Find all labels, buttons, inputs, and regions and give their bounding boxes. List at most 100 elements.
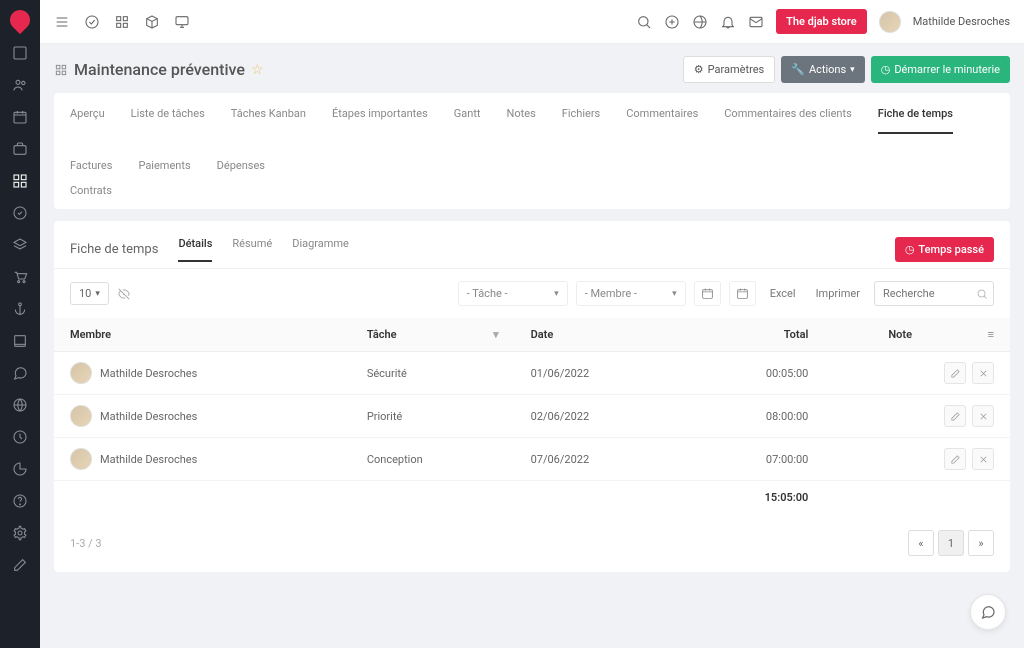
time-spent-button[interactable]: ◷ Temps passé: [895, 237, 994, 262]
tab-contracts[interactable]: Contrats: [70, 184, 112, 209]
pager-prev[interactable]: «: [908, 530, 934, 556]
add-icon[interactable]: [664, 14, 680, 30]
nav-anchor-icon[interactable]: [11, 300, 29, 318]
col-total[interactable]: Total: [683, 318, 824, 352]
actions-dropdown[interactable]: 🔧 Actions ▾: [781, 56, 864, 83]
nav-inbox-icon[interactable]: [11, 428, 29, 446]
date-end-picker[interactable]: [729, 281, 756, 306]
sum-row: 15:05:00: [54, 481, 1010, 515]
tab-timesheet[interactable]: Fiche de temps: [878, 107, 953, 134]
box-icon[interactable]: [144, 14, 160, 30]
col-note[interactable]: Note: [824, 318, 928, 352]
nav-book-icon[interactable]: [11, 332, 29, 350]
edit-row-button[interactable]: [944, 448, 966, 470]
nav-calendar-icon[interactable]: [11, 108, 29, 126]
chevron-down-icon: ▾: [850, 65, 855, 75]
project-tabs: Aperçu Liste de tâches Tâches Kanban Éta…: [54, 93, 1010, 184]
favorite-star-icon[interactable]: ☆: [251, 62, 264, 78]
nav-projects-icon[interactable]: [11, 172, 29, 190]
row-avatar: [70, 405, 92, 427]
print-button[interactable]: Imprimer: [810, 283, 866, 304]
tab-milestones[interactable]: Étapes importantes: [332, 107, 428, 133]
params-button[interactable]: ⚙ Paramètres: [683, 56, 775, 83]
nav-globe-icon[interactable]: [11, 396, 29, 414]
subtab-details[interactable]: Détails: [178, 237, 212, 262]
row-avatar: [70, 362, 92, 384]
export-excel-button[interactable]: Excel: [764, 283, 802, 304]
date-start-picker[interactable]: [694, 281, 721, 306]
edit-row-button[interactable]: [944, 362, 966, 384]
timesheet-table: Membre Tâche ▾ Date Total Note ≡ Mathild…: [54, 318, 1010, 514]
mail-icon[interactable]: [748, 14, 764, 30]
check-circle-icon[interactable]: [84, 14, 100, 30]
subtab-diagram[interactable]: Diagramme: [292, 237, 349, 262]
nav-tasks-icon[interactable]: [11, 204, 29, 222]
tab-task-list[interactable]: Liste de tâches: [131, 107, 205, 133]
grid-icon[interactable]: [114, 14, 130, 30]
help-fab[interactable]: [970, 594, 1006, 630]
nav-team-icon[interactable]: [11, 76, 29, 94]
row-task: Sécurité: [351, 352, 515, 395]
tab-expenses[interactable]: Dépenses: [217, 159, 265, 184]
search-icon: [976, 288, 988, 300]
tab-overview[interactable]: Aperçu: [70, 107, 105, 133]
delete-row-button[interactable]: [972, 448, 994, 470]
delete-row-button[interactable]: [972, 362, 994, 384]
params-label: Paramètres: [708, 63, 765, 76]
nav-help-icon[interactable]: [11, 492, 29, 510]
start-timer-button[interactable]: ◷ Démarrer le minuterie: [871, 56, 1010, 83]
nav-reports-icon[interactable]: [11, 460, 29, 478]
tab-kanban[interactable]: Tâches Kanban: [231, 107, 306, 133]
row-task: Conception: [351, 438, 515, 481]
sub-tabs: Détails Résumé Diagramme: [178, 237, 348, 262]
col-task[interactable]: Tâche ▾: [351, 318, 515, 352]
bell-icon[interactable]: [720, 14, 736, 30]
sort-desc-icon[interactable]: ▾: [493, 328, 499, 341]
table-row: Mathilde Desroches Conception 07/06/2022…: [54, 438, 1010, 481]
tab-comments[interactable]: Commentaires: [626, 107, 698, 133]
member-filter-select[interactable]: - Membre -▾: [576, 281, 686, 306]
page-size-select[interactable]: 10▾: [70, 282, 109, 305]
tab-payments[interactable]: Paiements: [138, 159, 190, 184]
hamburger-icon[interactable]: [54, 14, 70, 30]
col-date[interactable]: Date: [515, 318, 684, 352]
visibility-toggle-icon[interactable]: [117, 287, 131, 301]
col-options-icon[interactable]: ≡: [928, 318, 1010, 352]
nav-layers-icon[interactable]: [11, 236, 29, 254]
timesheet-card: Fiche de temps Détails Résumé Diagramme …: [54, 221, 1010, 572]
nav-chat-icon[interactable]: [11, 364, 29, 382]
chevron-down-icon: ▾: [672, 289, 677, 299]
tab-invoices[interactable]: Factures: [70, 159, 112, 184]
nav-settings-icon[interactable]: [11, 524, 29, 542]
nav-cart-icon[interactable]: [11, 268, 29, 286]
language-icon[interactable]: [692, 14, 708, 30]
nav-briefcase-icon[interactable]: [11, 140, 29, 158]
tab-notes[interactable]: Notes: [507, 107, 536, 133]
pager-current[interactable]: 1: [938, 530, 964, 556]
col-member[interactable]: Membre: [54, 318, 351, 352]
user-avatar[interactable]: [879, 11, 901, 33]
edit-row-button[interactable]: [944, 405, 966, 427]
row-member: Mathilde Desroches: [100, 367, 197, 380]
filter-bar: 10▾ - Tâche -▾ - Membre -▾ Excel Imprime…: [54, 268, 1010, 318]
tab-files[interactable]: Fichiers: [562, 107, 600, 133]
pager-next[interactable]: »: [968, 530, 994, 556]
store-button[interactable]: The djab store: [776, 9, 867, 34]
nav-dashboard-icon[interactable]: [11, 44, 29, 62]
tab-client-comments[interactable]: Commentaires des clients: [724, 107, 852, 133]
page-grid-icon: [54, 63, 68, 77]
tab-gantt[interactable]: Gantt: [454, 107, 481, 133]
chevron-down-icon: ▾: [554, 289, 559, 299]
search-icon[interactable]: [636, 14, 652, 30]
app-logo: [6, 6, 34, 34]
project-tabs-card: Aperçu Liste de tâches Tâches Kanban Éta…: [54, 93, 1010, 209]
monitor-icon[interactable]: [174, 14, 190, 30]
delete-row-button[interactable]: [972, 405, 994, 427]
user-name-label: Mathilde Desroches: [913, 15, 1010, 28]
table-row: Mathilde Desroches Priorité 02/06/2022 0…: [54, 395, 1010, 438]
sum-total: 15:05:00: [683, 481, 824, 515]
subtab-summary[interactable]: Résumé: [232, 237, 272, 262]
row-member: Mathilde Desroches: [100, 453, 197, 466]
nav-edit-icon[interactable]: [11, 556, 29, 574]
task-filter-select[interactable]: - Tâche -▾: [458, 281, 568, 306]
